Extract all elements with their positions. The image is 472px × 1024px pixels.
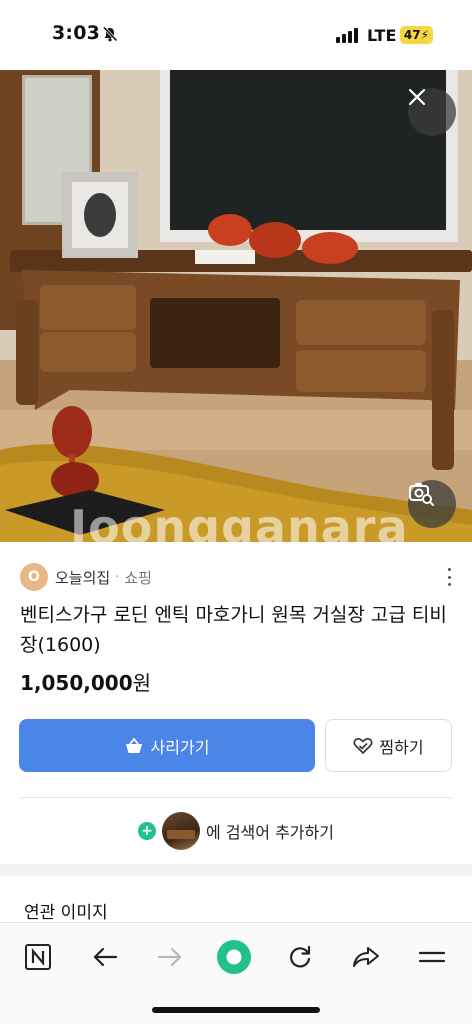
price-value: 1,050,000 [20,671,133,695]
add-to-search-button[interactable]: + 에 검색어 추가하기 [0,812,472,850]
product-thumbnail [162,812,201,850]
section-divider [20,797,452,798]
source-category: 쇼핑 [124,568,152,587]
buy-button[interactable]: 사리가기 [19,719,315,772]
status-bar: 3:03 LTE 47⚡ [0,0,472,70]
related-images-title: 연관 이미지 [24,903,108,923]
refresh-icon [290,945,311,968]
network-label: LTE [367,26,397,45]
source-row[interactable]: O 오늘의집 · 쇼핑 [20,562,456,592]
section-separator [0,864,472,876]
share-icon [353,947,379,967]
price-currency: 원 [132,671,152,695]
back-arrow-icon [93,947,118,967]
image-search-icon [409,483,434,506]
share-button[interactable] [346,937,386,977]
forward-button[interactable] [150,937,190,977]
heart-check-icon [353,737,373,754]
close-button[interactable] [408,88,456,136]
more-options-icon[interactable] [448,568,452,586]
product-photo [0,70,472,542]
shopping-bag-icon [125,737,142,753]
product-title[interactable]: 벤티스가구 로딘 엔틱 마호가니 원목 거실장 고급 티비장(1600) [20,600,452,660]
source-name[interactable]: 오늘의집 [55,567,110,588]
naver-n-icon [25,944,51,970]
status-time: 3:03 [52,22,101,44]
menu-button[interactable] [412,937,452,977]
naver-home-button[interactable] [18,937,58,977]
wishlist-button[interactable]: 찜하기 [325,719,452,772]
menu-icon [418,951,446,963]
home-indicator [152,1007,320,1013]
home-green-icon [217,940,251,974]
browser-toolbar [0,922,472,1024]
image-watermark: Joongganara [70,500,409,542]
back-button[interactable] [85,937,125,977]
image-search-button[interactable] [408,480,456,528]
battery-icon: 47⚡ [400,26,433,44]
product-price: 1,050,000원 [20,667,151,696]
signal-icon [336,28,358,43]
refresh-button[interactable] [280,937,320,977]
buy-button-label: 사리가기 [150,737,210,757]
green-home-button[interactable] [214,937,254,977]
source-separator: · [115,569,120,585]
bell-muted-icon [102,26,118,42]
product-image[interactable]: Joongganara [0,70,472,542]
close-icon [408,88,426,106]
wishlist-button-label: 찜하기 [379,737,424,757]
plus-icon: + [138,822,157,840]
forward-arrow-icon [157,947,182,967]
source-avatar: O [20,563,48,591]
add-search-label: 에 검색어 추가하기 [206,823,334,842]
battery-level: 47 [403,28,421,42]
